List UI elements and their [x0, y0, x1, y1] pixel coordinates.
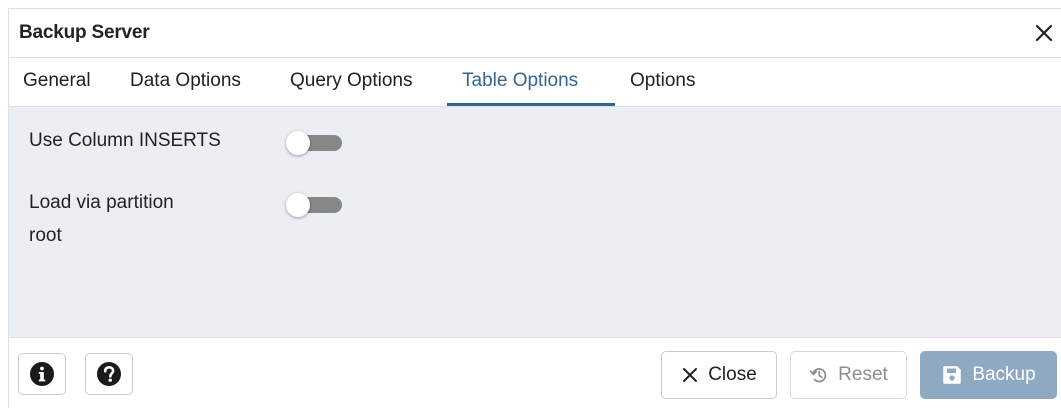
reset-button[interactable]: Reset — [790, 351, 907, 399]
close-button-label: Close — [708, 364, 757, 385]
load-via-partition-root-toggle[interactable] — [286, 193, 344, 217]
reset-button-label: Reset — [838, 364, 888, 385]
use-column-inserts-toggle[interactable] — [286, 131, 344, 155]
save-icon — [943, 366, 962, 384]
use-column-inserts-label: Use Column INSERTS — [29, 130, 221, 151]
dialog-title-bar: Backup Server — [9, 9, 1061, 58]
help-button[interactable] — [85, 353, 133, 395]
dialog-footer: Close Reset Backup — [9, 338, 1061, 409]
close-icon — [683, 368, 698, 382]
backup-button[interactable]: Backup — [920, 351, 1057, 399]
dialog-title: Backup Server — [19, 22, 150, 43]
info-icon — [30, 362, 54, 386]
info-button[interactable] — [18, 353, 66, 395]
tab-bar: General Data Options Query Options Table… — [9, 58, 1061, 107]
toggle-knob — [286, 193, 310, 217]
backup-server-dialog: Backup Server General Data Options Query… — [8, 8, 1061, 409]
table-options-panel: Use Column INSERTS Load via partition ro… — [9, 107, 1061, 338]
close-button[interactable]: Close — [661, 351, 777, 399]
close-icon[interactable] — [1033, 22, 1055, 44]
tab-query-options[interactable]: Query Options — [290, 70, 413, 92]
tab-options[interactable]: Options — [630, 70, 695, 92]
load-via-partition-root-label-line1: Load via partition — [29, 192, 174, 213]
active-tab-indicator — [447, 103, 615, 106]
tab-data-options[interactable]: Data Options — [130, 70, 241, 92]
reset-icon — [810, 368, 827, 383]
toggle-knob — [286, 131, 310, 155]
backup-button-label: Backup — [972, 364, 1036, 385]
tab-general[interactable]: General — [23, 70, 91, 92]
help-icon — [97, 362, 121, 386]
tab-table-options[interactable]: Table Options — [462, 70, 578, 92]
load-via-partition-root-label-line2: root — [29, 225, 62, 246]
